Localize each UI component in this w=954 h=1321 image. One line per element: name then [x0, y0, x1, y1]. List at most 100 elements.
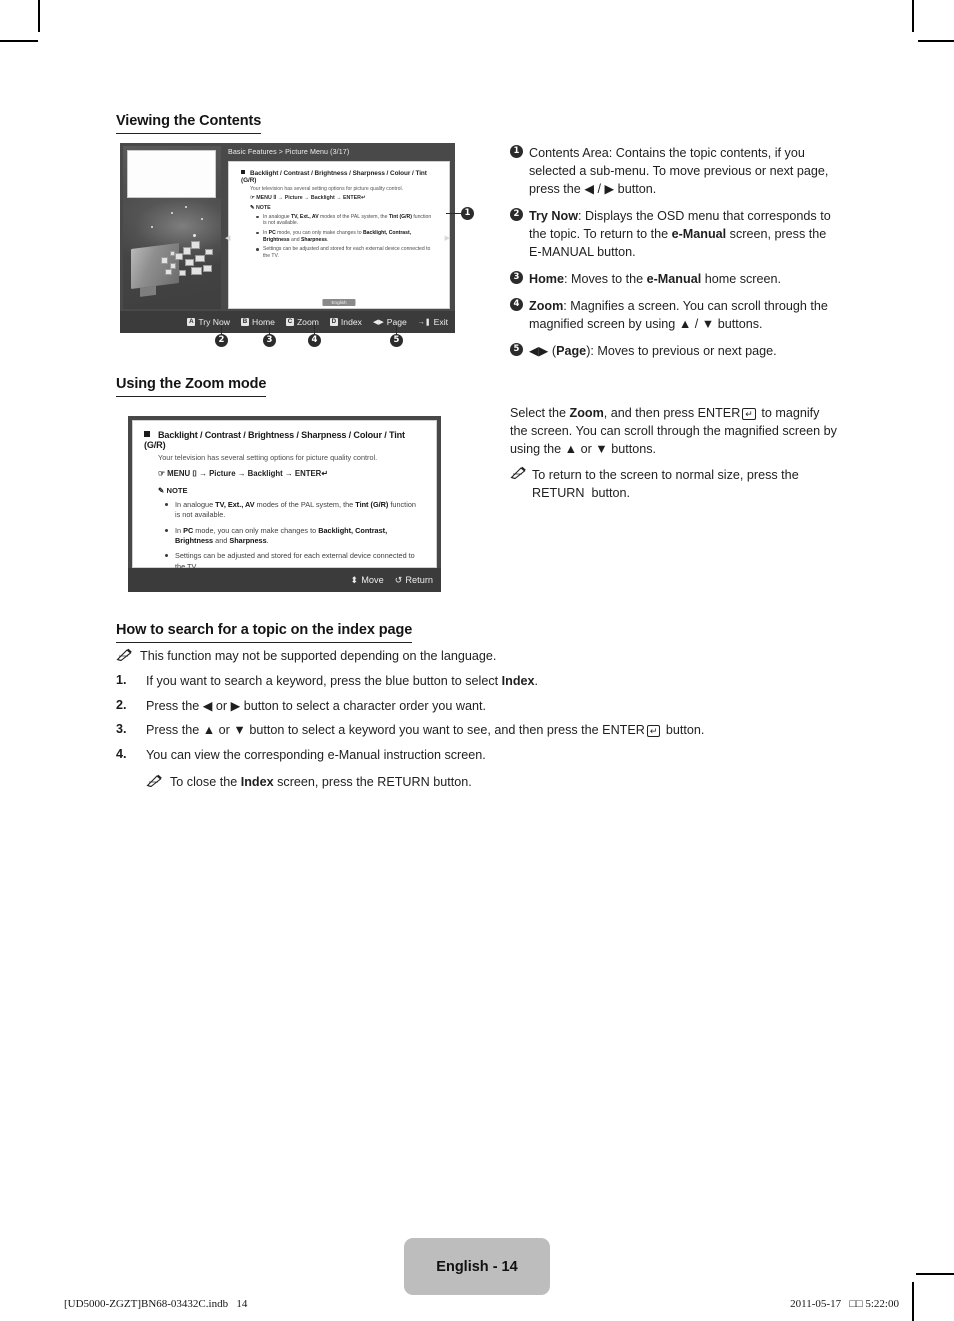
callout-2-leader-line: [221, 325, 223, 334]
key-b-icon: B: [241, 318, 249, 326]
page-number-badge: English - 14: [404, 1238, 550, 1295]
tv-breadcrumb: Basic Features > Picture Menu (3/17): [228, 148, 350, 156]
key-d-icon: D: [329, 318, 338, 326]
callout-5: 5: [390, 334, 403, 347]
zoom-instructions-block: Select the Zoom, and then press ENTER ↵ t…: [510, 404, 840, 502]
crop-mark-top-right-vertical: [912, 0, 914, 32]
index-step-1-text: If you want to search a keyword, press t…: [146, 674, 539, 688]
hand-icon: ☞: [250, 194, 255, 201]
page-title-viewing-contents: Viewing the Contents: [116, 113, 261, 134]
zoom-menu-path: ☞ MENU ⌷ → Picture → Backlight → ENTER↵: [158, 469, 328, 478]
legend-bullet-5: 5: [510, 342, 529, 360]
pencil-icon: [146, 774, 170, 792]
crop-mark-top-left-vertical: [38, 0, 40, 32]
pencil-icon: ✎: [250, 205, 255, 211]
callout-5-leader-line: [396, 325, 398, 334]
callout-4: 4: [308, 334, 321, 347]
zoom-toolbar-return[interactable]: ↺ Return: [395, 575, 433, 586]
tv-prev-page-arrow-icon[interactable]: ◀: [225, 234, 230, 242]
legend-bullet-3: 3: [510, 270, 529, 288]
index-step-2-text: Press the ◀ or ▶ button to select a char…: [146, 698, 486, 713]
up-down-arrow-icon: ▲ or ▼: [202, 723, 246, 738]
left-right-arrow-icon: ◀ / ▶: [584, 182, 615, 196]
zoom-toolbar-move[interactable]: ⬍ Move: [351, 575, 384, 586]
tv-content-area: Basic Features > Picture Menu (3/17) Bac…: [224, 146, 452, 309]
legend-bullet-2: 2: [510, 207, 529, 261]
zoom-bottom-toolbar: ⬍ Move ↺ Return: [128, 568, 441, 592]
pencil-icon: [116, 648, 140, 666]
index-step-4-text: You can view the corresponding e-Manual …: [146, 747, 486, 762]
tv-topic-title: Backlight / Contrast / Brightness / Shar…: [241, 170, 427, 184]
legend-bullet-4: 4: [510, 297, 529, 333]
legend-text-4: Zoom: Magnifies a screen. You can scroll…: [529, 299, 828, 331]
callout-3: 3: [263, 334, 276, 347]
tv-note-item: Settings can be adjusted and stored for …: [256, 246, 433, 260]
zoom-note-item: In analogue TV, Ext., AV modes of the PA…: [165, 500, 422, 521]
index-step-4: 4. You can view the corresponding e-Manu…: [116, 747, 816, 765]
up-down-arrow-icon: ▲ / ▼: [678, 317, 715, 331]
crop-mark-bottom-right-horizontal: [916, 1273, 954, 1275]
left-right-arrow-icon: ◀ or ▶: [202, 698, 241, 713]
crop-mark-top-right-horizontal: [918, 40, 954, 42]
index-closing-note: To close the Index screen, press the RET…: [146, 774, 816, 792]
index-intro-note-text: This function may not be supported depen…: [140, 649, 497, 663]
legend-text-5: ◀▶ (Page): Moves to previous or next pag…: [529, 344, 777, 358]
pencil-icon-svg: [510, 466, 526, 479]
tv-toolbar-index[interactable]: D Index: [329, 317, 362, 327]
pencil-icon-svg: [146, 774, 162, 787]
left-right-arrows-icon: ◀▶: [372, 319, 384, 326]
legend-item-4: 4 Zoom: Magnifies a screen. You can scro…: [510, 297, 840, 333]
app-icons-cluster: [161, 239, 219, 287]
index-step-4-number: 4.: [116, 746, 127, 761]
legend-item-1: 1 Contents Area: Contains the topic cont…: [510, 144, 840, 198]
tv-bottom-toolbar: A Try Now B Home C Zoom D Index ◀▶ Page →❚ Exi…: [120, 311, 455, 333]
tv-toolbar-try-now[interactable]: A Try Now: [187, 317, 230, 327]
pencil-icon-svg: [116, 648, 132, 661]
legend-item-3: 3 Home: Moves to the e-Manual home scree…: [510, 270, 840, 288]
tv-note-label: ✎ NOTE: [250, 205, 271, 211]
index-step-3-text: Press the ▲ or ▼ button to select a keyw…: [146, 723, 705, 738]
up-down-arrow-icon: ▲ or ▼: [564, 442, 608, 456]
enter-key-icon: ↵: [742, 408, 756, 420]
pencil-icon: [510, 466, 532, 502]
index-closing-note-text: To close the Index screen, press the RET…: [170, 774, 472, 789]
zoom-return-note-text: To return to the screen to normal size, …: [532, 468, 799, 500]
tv-page-body: Backlight / Contrast / Brightness / Shar…: [228, 161, 450, 309]
tv-note-item: In analogue TV, Ext., AV modes of the PA…: [256, 213, 432, 227]
index-step-3: 3. Press the ▲ or ▼ button to select a k…: [116, 722, 816, 740]
tv-thumbnail-white-box: [127, 150, 216, 198]
crop-mark-bottom-right-vertical: [912, 1282, 914, 1321]
tv-menu-path: ☞ MENU ⌷ → Picture → Backlight → ENTER↵: [250, 194, 366, 201]
legend-item-5: 5 ◀▶ (Page): Moves to previous or next p…: [510, 342, 840, 360]
tv-note-item: In PC mode, you can only make changes to…: [256, 230, 433, 244]
bullet-square-icon: [144, 431, 150, 437]
tv-toolbar-page[interactable]: ◀▶ Page: [373, 317, 407, 327]
legend-text-3: Home: Moves to the e-Manual home screen.: [529, 272, 782, 286]
crop-mark-top-left-horizontal: [0, 40, 38, 42]
tv-screen-figure: Basic Features > Picture Menu (3/17) Bac…: [120, 143, 455, 333]
tv-next-page-arrow-icon[interactable]: ▶: [445, 234, 450, 242]
enter-key-icon: ↵: [321, 469, 328, 478]
tv-thumbnail-panel: [123, 146, 221, 309]
pencil-icon: ✎: [158, 486, 165, 495]
legend-item-2: 2 Try Now: Displays the OSD menu that co…: [510, 207, 840, 261]
key-c-icon: C: [285, 318, 294, 326]
tv-toolbar-exit[interactable]: →❚ Exit: [418, 317, 448, 327]
index-search-steps: This function may not be supported depen…: [116, 648, 816, 792]
callout-2: 2: [215, 334, 228, 347]
bullet-square-icon: [241, 170, 245, 174]
footer-timestamp: 2011-05-17 □□ 5:22:00: [790, 1298, 899, 1310]
tv-language-tab: English: [322, 299, 356, 306]
index-step-1: 1. If you want to search a keyword, pres…: [116, 673, 816, 691]
zoom-mode-figure: Backlight / Contrast / Brightness / Shar…: [128, 416, 441, 592]
tv-topic-subtitle: Your television has several setting opti…: [250, 185, 403, 192]
callout-3-leader-line: [269, 325, 271, 334]
enter-key-icon: ↵: [646, 725, 661, 738]
legend-text-1: Contents Area: Contains the topic conten…: [529, 146, 829, 196]
exit-icon: →❚: [417, 319, 431, 326]
index-step-3-number: 3.: [116, 722, 127, 737]
enter-key-icon: ↵: [360, 194, 366, 201]
callout-1: 1: [461, 207, 474, 220]
page-arrows-icon: ◀▶: [529, 344, 549, 358]
zoom-topic-subtitle: Your television has several setting opti…: [158, 453, 378, 462]
